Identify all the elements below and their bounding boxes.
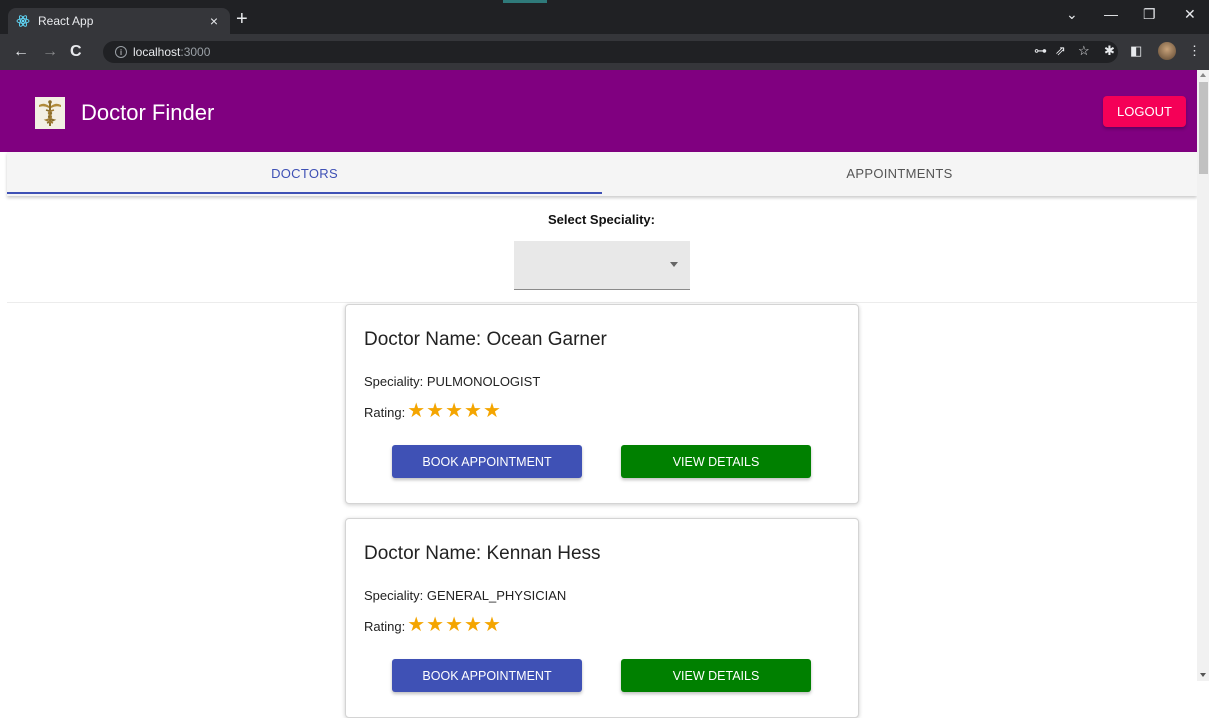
minimize-icon[interactable]: —: [1104, 6, 1118, 22]
url-port: :3000: [180, 45, 211, 59]
star-icon: ★: [482, 614, 501, 636]
restore-icon[interactable]: ❐: [1143, 6, 1156, 23]
address-bar[interactable]: i localhost:3000: [103, 41, 1118, 63]
star-icon: ★: [407, 614, 426, 636]
star-icon: ★: [426, 614, 445, 636]
app-title: Doctor Finder: [81, 100, 215, 125]
star-icon: ★: [426, 400, 445, 422]
star-icon[interactable]: ☆: [1078, 43, 1090, 59]
tab-strip-accent: [503, 0, 547, 3]
main-tabs: DOCTORS APPOINTMENTS: [7, 152, 1197, 196]
divider: [7, 302, 1197, 303]
view-details-button[interactable]: VIEW DETAILS: [621, 659, 811, 692]
share-icon[interactable]: ⇗: [1055, 43, 1066, 59]
doctor-speciality: Speciality: GENERAL_PHYSICIAN: [364, 588, 567, 603]
speciality-select[interactable]: [514, 241, 690, 290]
rating-stars: ★ ★ ★ ★ ★: [407, 615, 501, 635]
profile-avatar[interactable]: [1158, 42, 1176, 60]
doctor-name: Doctor Name: Kennan Hess: [364, 543, 601, 564]
kebab-menu-icon[interactable]: ⋮: [1188, 43, 1201, 59]
book-appointment-button[interactable]: BOOK APPOINTMENT: [392, 445, 582, 478]
doctor-speciality: Speciality: PULMONOLOGIST: [364, 374, 541, 389]
tab-appointments[interactable]: APPOINTMENTS: [602, 152, 1197, 194]
back-arrow-icon[interactable]: ←: [13, 44, 29, 60]
caret-down-icon: [670, 262, 678, 267]
tab-search-icon[interactable]: ⌄: [1066, 6, 1078, 23]
scrollbar-thumb[interactable]: [1199, 82, 1208, 174]
logout-button[interactable]: LOGOUT: [1103, 96, 1186, 127]
info-icon[interactable]: i: [115, 46, 127, 58]
book-appointment-button[interactable]: BOOK APPOINTMENT: [392, 659, 582, 692]
doctor-card: Doctor Name: Ocean Garner Speciality: PU…: [345, 304, 859, 504]
browser-tab[interactable]: React App ×: [8, 8, 230, 34]
react-icon: [16, 15, 30, 27]
star-icon: ★: [482, 400, 501, 422]
close-window-icon[interactable]: ✕: [1184, 6, 1196, 23]
doctor-rating: Rating: ★ ★ ★ ★ ★: [364, 401, 501, 421]
key-icon[interactable]: ⊶: [1034, 43, 1047, 59]
star-icon: ★: [445, 614, 464, 636]
url-host: localhost: [133, 45, 181, 59]
view-details-button[interactable]: VIEW DETAILS: [621, 445, 811, 478]
forward-arrow-icon[interactable]: →: [42, 44, 58, 60]
rating-label: Rating:: [364, 619, 406, 634]
new-tab-icon[interactable]: +: [236, 9, 248, 29]
scroll-up-icon[interactable]: [1200, 73, 1206, 77]
doctor-rating: Rating: ★ ★ ★ ★ ★: [364, 615, 501, 635]
side-panel-icon[interactable]: ◧: [1130, 43, 1142, 59]
tab-doctors[interactable]: DOCTORS: [7, 152, 602, 194]
rating-stars: ★ ★ ★ ★ ★: [407, 401, 501, 421]
rating-label: Rating:: [364, 405, 406, 420]
doctor-card: Doctor Name: Kennan Hess Speciality: GEN…: [345, 518, 859, 718]
star-icon: ★: [464, 400, 482, 422]
close-tab-icon[interactable]: ×: [206, 13, 222, 29]
browser-tab-title: React App: [38, 14, 94, 28]
caduceus-icon: [35, 97, 65, 129]
star-icon: ★: [464, 614, 482, 636]
doctor-name: Doctor Name: Ocean Garner: [364, 329, 607, 350]
scroll-down-icon[interactable]: [1200, 673, 1206, 677]
puzzle-icon[interactable]: ✱: [1104, 43, 1115, 59]
star-icon: ★: [407, 400, 426, 422]
star-icon: ★: [445, 400, 464, 422]
speciality-label: Select Speciality:: [548, 212, 655, 227]
reload-icon[interactable]: C: [70, 44, 82, 60]
tab-indicator: [7, 192, 602, 194]
